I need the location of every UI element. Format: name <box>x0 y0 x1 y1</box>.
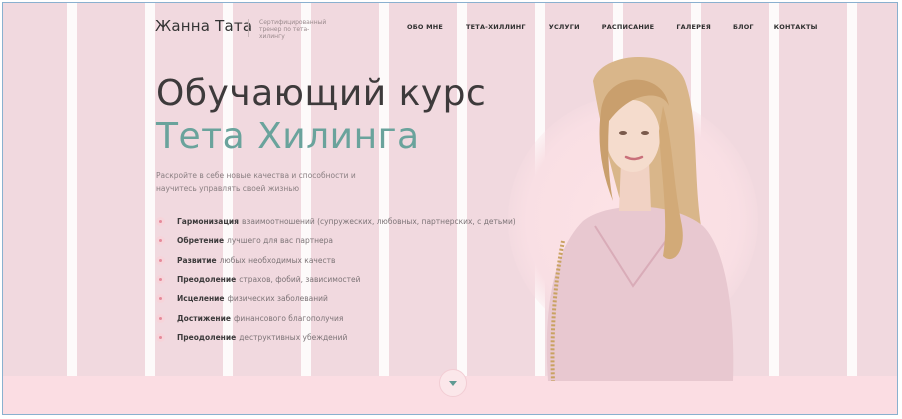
overlay-stripe <box>457 3 467 414</box>
overlay-stripe <box>301 3 311 414</box>
nav-schedule[interactable]: РАСПИСАНИЕ <box>602 23 655 31</box>
benefit-keyword: Гармонизация <box>177 217 239 227</box>
portrait-image <box>546 56 734 381</box>
nav-theta-healing[interactable]: ТЕТА-ХИЛЛИНГ <box>466 23 526 31</box>
header-divider <box>248 19 249 37</box>
overlay-stripe <box>769 3 779 414</box>
list-item: Достижение финансового благополучия <box>156 308 516 327</box>
benefit-keyword: Достижение <box>177 313 231 323</box>
overlay-stripe <box>847 3 857 414</box>
site-tagline: Сертифицированный тренер по тета-хилингу <box>259 19 327 40</box>
nav-about[interactable]: ОБО МНЕ <box>407 23 443 31</box>
hero-lead: Раскройте в себе новые качества и способ… <box>156 171 356 193</box>
dot-icon <box>156 255 165 265</box>
page-frame: Жанна Тата Сертифицированный тренер по т… <box>2 2 898 415</box>
list-item: Развитие любых необходимых качеств <box>156 251 516 270</box>
benefit-text: лучшего для вас партнера <box>227 236 333 246</box>
dot-icon <box>156 332 165 342</box>
dot-icon <box>156 294 165 304</box>
scroll-down-button[interactable] <box>439 369 467 397</box>
overlay-stripe <box>145 3 155 414</box>
benefit-keyword: Развитие <box>177 255 217 265</box>
benefit-keyword: Исцеление <box>177 294 225 304</box>
nav-contacts[interactable]: КОНТАКТЫ <box>774 23 818 31</box>
overlay-stripe <box>67 3 77 414</box>
overlay-stripe <box>379 3 389 414</box>
nav-gallery[interactable]: ГАЛЕРЕЯ <box>676 23 711 31</box>
benefit-text: взаимоотношений (супружеских, любовных, … <box>241 217 516 227</box>
list-item: Преодоление страхов, фобий, зависимостей <box>156 270 516 289</box>
list-item: Обретение лучшего для вас партнера <box>156 231 516 250</box>
site-logo[interactable]: Жанна Тата <box>155 17 252 35</box>
benefit-text: финансового благополучия <box>233 313 344 323</box>
benefits-list: Гармонизация взаимоотношений (супружеских… <box>156 212 516 347</box>
list-item: Преодоление деструктивных убеждений <box>156 328 516 347</box>
dot-icon <box>156 236 165 246</box>
benefit-keyword: Преодоление <box>177 275 237 285</box>
benefit-text: деструктивных убеждений <box>239 332 348 342</box>
benefit-keyword: Обретение <box>177 236 225 246</box>
benefit-text: страхов, фобий, зависимостей <box>239 275 361 285</box>
dot-icon <box>156 217 165 227</box>
nav-blog[interactable]: БЛОГ <box>733 23 754 31</box>
hero-title: Обучающий курс <box>156 73 487 114</box>
main-nav: ОБО МНЕ ТЕТА-ХИЛЛИНГ УСЛУГИ РАСПИСАНИЕ Г… <box>407 23 818 31</box>
chevron-down-icon <box>449 380 457 386</box>
hero-subtitle: Тета Хилинга <box>156 116 420 157</box>
benefit-text: физических заболеваний <box>227 294 328 304</box>
overlay-stripe <box>223 3 233 414</box>
nav-services[interactable]: УСЛУГИ <box>549 23 580 31</box>
list-item: Гармонизация взаимоотношений (супружеских… <box>156 212 516 231</box>
benefit-keyword: Преодоление <box>177 332 237 342</box>
benefit-text: любых необходимых качеств <box>219 255 336 265</box>
list-item: Исцеление физических заболеваний <box>156 289 516 308</box>
dot-icon <box>156 275 165 285</box>
dot-icon <box>156 313 165 323</box>
